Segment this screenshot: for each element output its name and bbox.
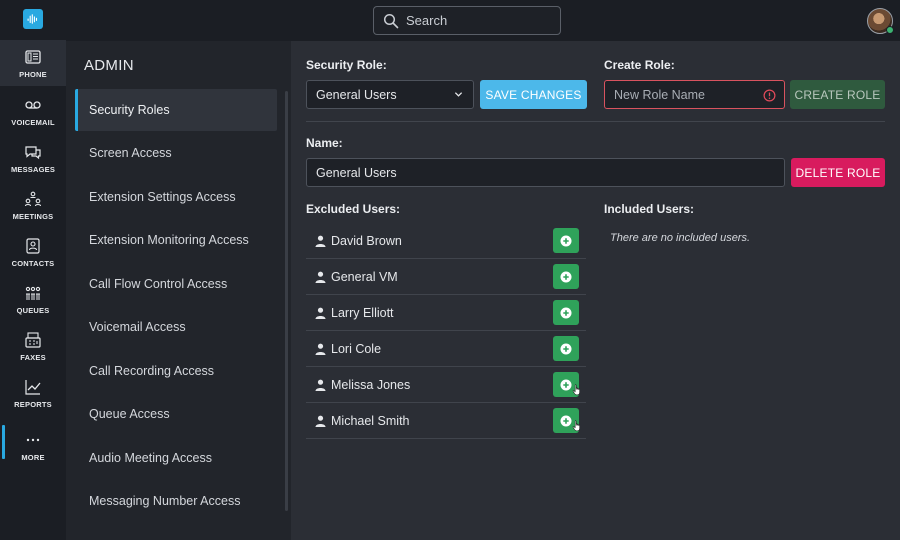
presence-status-badge bbox=[886, 26, 894, 34]
add-user-button[interactable] bbox=[553, 372, 580, 397]
nav-rail: PHONE VOICEMAIL MESSAGES MEETINGS CONTAC… bbox=[0, 0, 66, 540]
admin-item-audio-meeting-access[interactable]: Audio Meeting Access bbox=[75, 437, 277, 479]
add-user-button[interactable] bbox=[553, 228, 579, 253]
user-icon bbox=[315, 271, 326, 283]
nav-label: VOICEMAIL bbox=[11, 118, 55, 127]
sidebar-scrollbar[interactable] bbox=[285, 91, 288, 511]
admin-sidebar: ADMIN Security Roles Screen Access Exten… bbox=[66, 41, 291, 540]
nav-item-reports[interactable]: REPORTS bbox=[0, 370, 66, 416]
admin-item-security-roles[interactable]: Security Roles bbox=[75, 89, 277, 131]
new-role-placeholder: New Role Name bbox=[614, 87, 706, 102]
list-item: Michael Smith bbox=[306, 403, 586, 439]
messages-icon bbox=[25, 146, 41, 160]
user-name: General VM bbox=[331, 269, 398, 284]
delete-role-button[interactable]: DELETE ROLE bbox=[791, 158, 885, 187]
section-divider bbox=[306, 121, 885, 122]
nav-item-meetings[interactable]: MEETINGS bbox=[0, 182, 66, 228]
nav-item-queues[interactable]: QUEUES bbox=[0, 276, 66, 322]
meetings-icon bbox=[24, 191, 42, 207]
excluded-users-label: Excluded Users: bbox=[306, 202, 401, 216]
fax-icon bbox=[25, 332, 41, 348]
new-role-name-input[interactable]: New Role Name bbox=[604, 80, 785, 109]
list-item: Larry Elliott bbox=[306, 295, 586, 331]
list-item: Lori Cole bbox=[306, 331, 586, 367]
user-icon bbox=[315, 343, 326, 355]
nav-label: MORE bbox=[21, 453, 45, 462]
nav-item-contacts[interactable]: CONTACTS bbox=[0, 229, 66, 275]
contacts-icon bbox=[26, 238, 40, 254]
nav-item-voicemail[interactable]: VOICEMAIL bbox=[0, 88, 66, 134]
user-name: Lori Cole bbox=[331, 341, 382, 356]
list-item: Melissa Jones bbox=[306, 367, 586, 403]
plus-circle-icon bbox=[560, 343, 572, 354]
admin-item-screen-access[interactable]: Screen Access bbox=[75, 132, 277, 174]
security-role-label: Security Role: bbox=[306, 58, 387, 72]
nav-item-messages[interactable]: MESSAGES bbox=[0, 135, 66, 181]
list-item: General VM bbox=[306, 259, 586, 295]
search-icon bbox=[383, 13, 399, 28]
plus-circle-icon bbox=[560, 235, 572, 246]
hand-cursor-icon bbox=[572, 420, 580, 432]
name-label: Name: bbox=[306, 136, 343, 150]
user-name: Larry Elliott bbox=[331, 305, 394, 320]
hand-cursor-icon bbox=[572, 384, 580, 396]
search-placeholder: Search bbox=[406, 13, 448, 28]
nav-item-faxes[interactable]: FAXES bbox=[0, 323, 66, 369]
nav-label: MESSAGES bbox=[10, 165, 56, 174]
user-icon bbox=[315, 235, 326, 247]
search-input[interactable]: Search bbox=[373, 6, 561, 35]
add-user-button[interactable] bbox=[553, 408, 580, 433]
nav-label: REPORTS bbox=[14, 400, 52, 409]
nav-label: PHONE bbox=[19, 70, 47, 79]
security-role-select[interactable]: General Users bbox=[306, 80, 474, 109]
reports-icon bbox=[25, 380, 41, 395]
admin-title: ADMIN bbox=[84, 57, 134, 74]
plus-circle-icon bbox=[560, 379, 572, 390]
create-role-label: Create Role: bbox=[604, 58, 675, 72]
included-users-empty-message: There are no included users. bbox=[610, 232, 751, 244]
list-item: David Brown bbox=[306, 223, 586, 259]
plus-circle-icon bbox=[560, 415, 572, 426]
admin-item-messaging-number-access[interactable]: Messaging Number Access bbox=[75, 480, 277, 522]
nav-label: MEETINGS bbox=[12, 212, 54, 221]
create-role-button[interactable]: CREATE ROLE bbox=[790, 80, 885, 109]
save-changes-button[interactable]: SAVE CHANGES bbox=[480, 80, 587, 109]
admin-item-voicemail-access[interactable]: Voicemail Access bbox=[75, 306, 277, 348]
user-name: Melissa Jones bbox=[331, 377, 411, 392]
admin-item-queue-access[interactable]: Queue Access bbox=[75, 393, 277, 435]
included-users-label: Included Users: bbox=[604, 202, 695, 216]
error-alert-icon bbox=[763, 89, 776, 102]
excluded-users-list: David Brown General VM Larry Elliott Lor… bbox=[306, 223, 586, 439]
add-user-button[interactable] bbox=[553, 264, 579, 289]
security-role-value: General Users bbox=[316, 87, 397, 102]
role-name-field[interactable]: General Users bbox=[306, 158, 785, 187]
admin-item-call-recording-access[interactable]: Call Recording Access bbox=[75, 350, 277, 392]
role-name-value: General Users bbox=[316, 165, 397, 180]
add-user-button[interactable] bbox=[553, 300, 579, 325]
chevron-down-icon bbox=[454, 92, 463, 97]
app-window: PHONE VOICEMAIL MESSAGES MEETINGS CONTAC… bbox=[0, 0, 900, 540]
queues-icon bbox=[25, 286, 41, 300]
user-icon bbox=[315, 415, 326, 427]
plus-circle-icon bbox=[560, 307, 572, 318]
admin-item-extension-monitoring-access[interactable]: Extension Monitoring Access bbox=[75, 219, 277, 261]
plus-circle-icon bbox=[560, 271, 572, 282]
add-user-button[interactable] bbox=[553, 336, 579, 361]
user-name: Michael Smith bbox=[331, 413, 410, 428]
app-logo-icon[interactable] bbox=[23, 9, 43, 29]
nav-item-more[interactable]: MORE bbox=[0, 423, 66, 469]
phone-icon bbox=[25, 50, 41, 64]
nav-label: QUEUES bbox=[16, 306, 50, 315]
nav-label: FAXES bbox=[20, 353, 46, 362]
security-roles-panel: Security Role: General Users SAVE CHANGE… bbox=[291, 41, 900, 540]
admin-item-call-flow-control-access[interactable]: Call Flow Control Access bbox=[75, 263, 277, 305]
nav-item-phone[interactable]: PHONE bbox=[0, 40, 66, 86]
voicemail-icon bbox=[25, 101, 41, 109]
user-icon bbox=[315, 307, 326, 319]
more-icon bbox=[26, 438, 40, 442]
nav-label: CONTACTS bbox=[11, 259, 55, 268]
user-name: David Brown bbox=[331, 233, 402, 248]
admin-item-extension-settings-access[interactable]: Extension Settings Access bbox=[75, 176, 277, 218]
user-icon bbox=[315, 379, 326, 391]
